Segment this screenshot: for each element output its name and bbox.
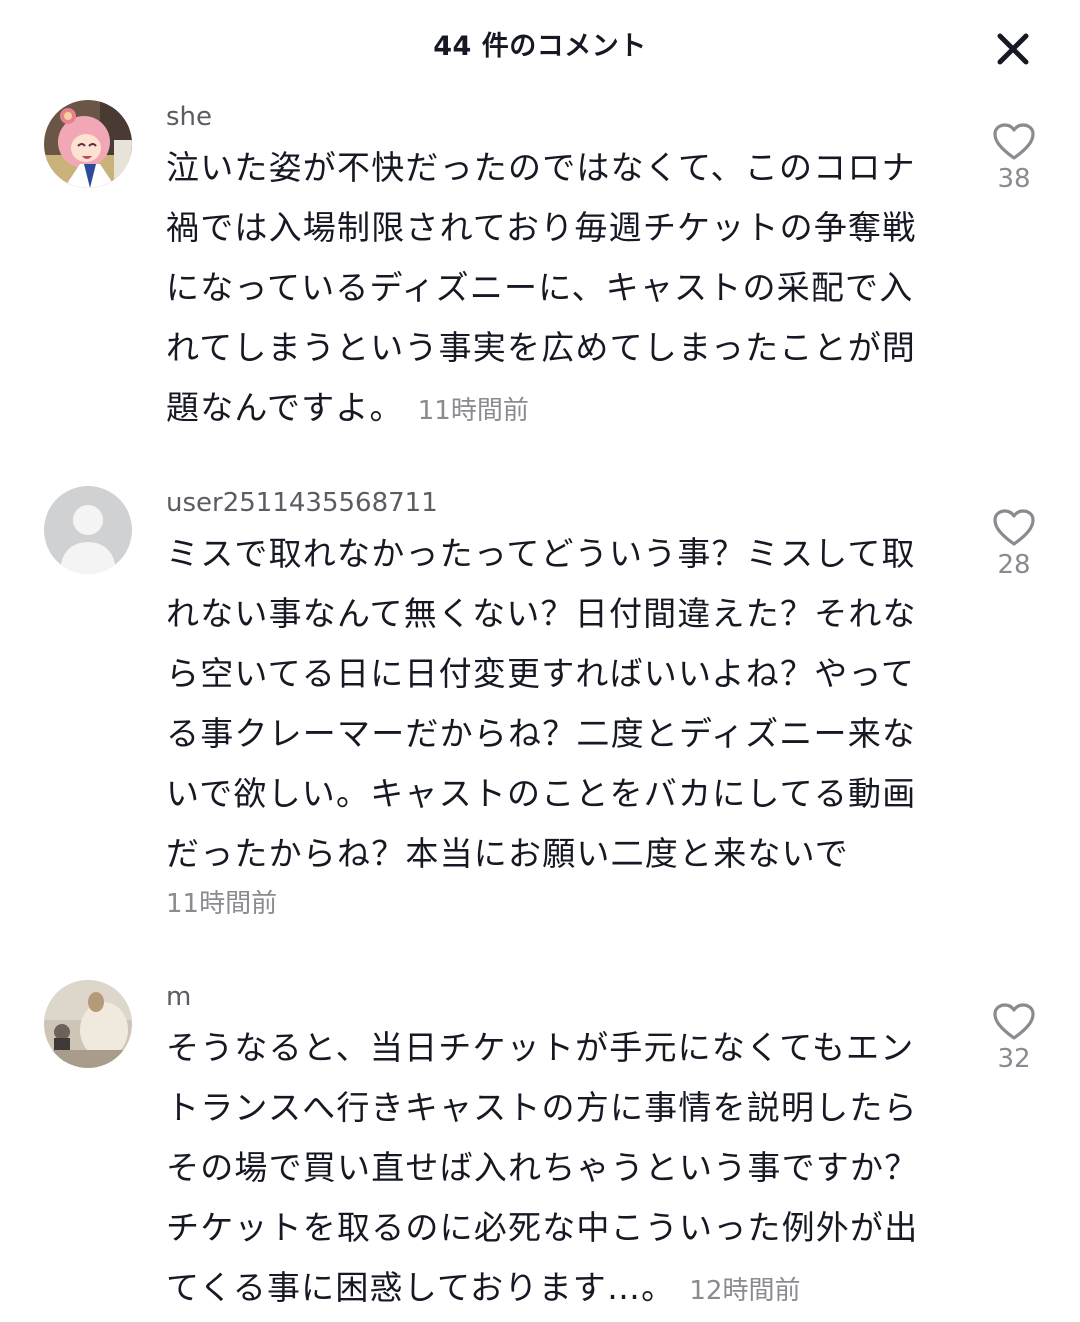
comment-timestamp: 11時間前 <box>417 396 529 426</box>
photo-avatar-icon <box>44 980 132 1068</box>
comment-username[interactable]: m <box>166 982 191 1012</box>
close-button[interactable] <box>990 26 1036 72</box>
comment-timestamp: 11時間前 <box>166 889 278 919</box>
heart-icon <box>993 123 1035 160</box>
avatar[interactable] <box>44 100 132 188</box>
heart-icon <box>993 509 1035 546</box>
close-icon <box>997 33 1029 65</box>
like-count: 28 <box>997 550 1031 580</box>
default-user-avatar-icon <box>44 486 132 574</box>
heart-icon <box>993 1003 1035 1040</box>
anime-girl-avatar-icon <box>44 100 132 188</box>
comment-username[interactable]: she <box>166 102 212 132</box>
like-button[interactable]: 38 <box>984 122 1044 194</box>
like-count: 38 <box>997 164 1031 194</box>
avatar[interactable] <box>44 980 132 1068</box>
comment-text: そうなると、当日チケットが手元になくてもエントランスへ行きキャストの方に事情を説… <box>166 1018 936 1321</box>
comment-username[interactable]: user2511435568711 <box>166 488 438 518</box>
like-count: 32 <box>997 1044 1031 1074</box>
comment-content: ミスで取れなかったってどういう事？ミスして取れない事なんて無くない？日付間違えた… <box>166 534 917 873</box>
comment-timestamp: 12時間前 <box>689 1276 801 1306</box>
like-button[interactable]: 32 <box>984 1002 1044 1074</box>
comment-count-title: 44 件のコメント <box>433 31 647 62</box>
like-button[interactable]: 28 <box>984 508 1044 580</box>
comments-sheet: 44 件のコメント she 泣いた姿が不快だったのではなくて、このコロナ禍では入… <box>0 0 1080 1322</box>
comments-header: 44 件のコメント <box>0 0 1080 90</box>
avatar[interactable] <box>44 486 132 574</box>
comment-content: そうなると、当日チケットが手元になくてもエントランスへ行きキャストの方に事情を説… <box>166 1028 919 1307</box>
comment-text: ミスで取れなかったってどういう事？ミスして取れない事なんて無くない？日付間違えた… <box>166 524 936 924</box>
comment-text: 泣いた姿が不快だったのではなくて、このコロナ禍では入場制限されており毎週チケット… <box>166 138 936 441</box>
comment-content: 泣いた姿が不快だったのではなくて、このコロナ禍では入場制限されており毎週チケット… <box>166 148 917 427</box>
